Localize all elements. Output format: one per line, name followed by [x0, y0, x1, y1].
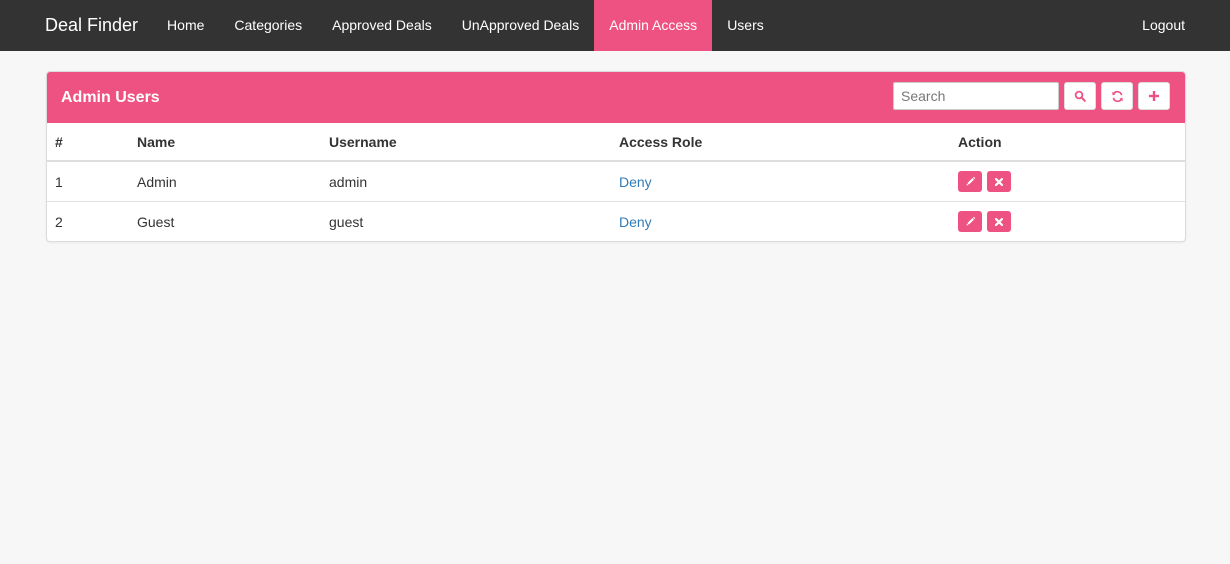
- close-icon: [994, 177, 1003, 186]
- row-actions: [950, 161, 1185, 202]
- edit-button[interactable]: [958, 171, 982, 192]
- refresh-button[interactable]: [1101, 82, 1133, 110]
- header-access-role: Access Role: [611, 123, 950, 162]
- navbar: Deal Finder Home Categories Approved Dea…: [0, 0, 1230, 51]
- row-actions: [950, 201, 1185, 241]
- panel-toolbar: [893, 82, 1170, 110]
- admin-users-panel: Admin Users Search # Name Username Acces…: [46, 71, 1186, 242]
- access-role-link[interactable]: Deny: [619, 214, 652, 230]
- logout-link[interactable]: Logout: [1142, 0, 1185, 51]
- search-button[interactable]: [1064, 82, 1096, 110]
- delete-button[interactable]: [986, 211, 1011, 232]
- row-access-role: Deny: [611, 201, 950, 241]
- row-username: admin: [329, 173, 368, 190]
- nav-item-unapproved-deals[interactable]: UnApproved Deals: [447, 0, 595, 51]
- edit-button[interactable]: [958, 211, 982, 232]
- nav-item-categories[interactable]: Categories: [219, 0, 317, 51]
- row-name: Guest: [129, 201, 321, 241]
- row-num: 2: [47, 201, 129, 241]
- nav-item-approved-deals[interactable]: Approved Deals: [317, 0, 447, 51]
- row-username: guest: [321, 201, 611, 241]
- pencil-icon: [966, 216, 975, 226]
- nav-item-users[interactable]: Users: [712, 0, 779, 51]
- nav-menu: Home Categories Approved Deals UnApprove…: [152, 0, 779, 51]
- panel-heading: Admin Users: [47, 72, 1185, 123]
- row-name: Admin: [137, 173, 177, 190]
- delete-button[interactable]: [986, 171, 1011, 192]
- table-row: 1 Admin admin Deny: [47, 161, 1185, 202]
- search-icon: [1074, 90, 1086, 102]
- admin-users-table: # Name Username Access Role Action 1 Adm…: [47, 123, 1185, 241]
- access-role-link[interactable]: Deny: [619, 174, 652, 190]
- close-icon: [994, 217, 1003, 226]
- search-input[interactable]: [893, 82, 1059, 110]
- header-username: Username: [321, 123, 611, 162]
- nav-item-home[interactable]: Home: [152, 0, 219, 51]
- nav-item-admin-access[interactable]: Admin Access: [594, 0, 713, 51]
- add-button[interactable]: [1138, 82, 1170, 110]
- plus-icon: [1149, 91, 1159, 101]
- refresh-icon: [1111, 90, 1123, 102]
- header-action: Action: [950, 123, 1185, 162]
- brand-logo[interactable]: Deal Finder: [0, 0, 152, 51]
- panel-title: Admin Users: [61, 88, 160, 106]
- header-num: #: [47, 123, 129, 162]
- row-num: 1: [55, 173, 63, 190]
- table-header-row: # Name Username Access Role Action: [47, 123, 1185, 162]
- header-name: Name: [129, 123, 321, 162]
- row-access-role: Deny: [611, 161, 950, 202]
- table-row: 2 Guest guest Deny: [47, 201, 1185, 241]
- pencil-icon: [966, 176, 975, 186]
